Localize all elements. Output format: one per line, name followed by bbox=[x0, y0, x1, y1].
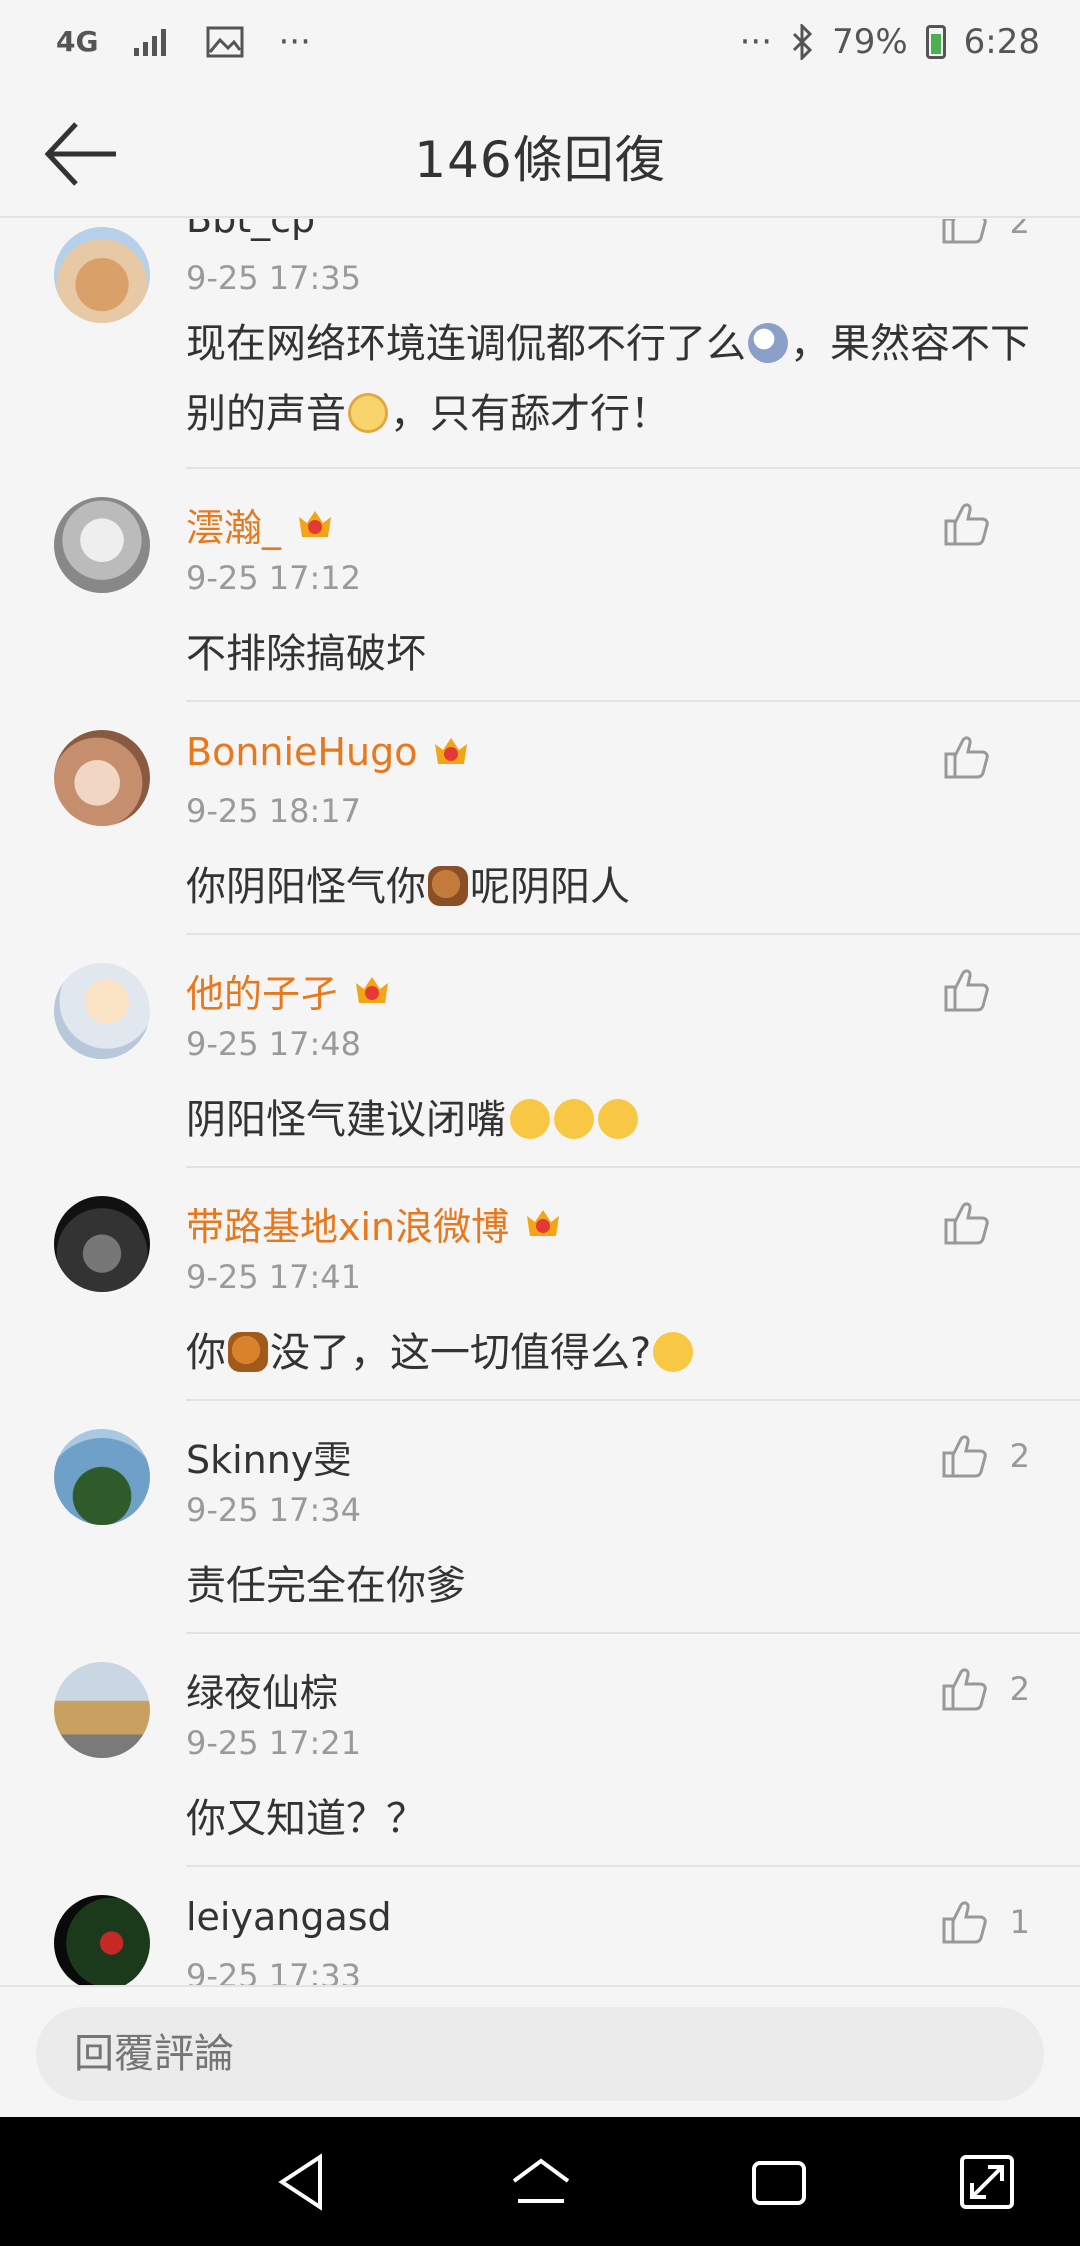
battery-icon bbox=[925, 25, 946, 59]
system-nav-bar bbox=[0, 2117, 1080, 2246]
avatar[interactable] bbox=[54, 1196, 150, 1292]
username[interactable]: leiyangasd bbox=[186, 1895, 392, 1939]
vip-badge-icon bbox=[527, 1209, 560, 1236]
nav-home-icon[interactable] bbox=[508, 2149, 574, 2215]
timestamp: 9-25 17:21 bbox=[186, 1724, 362, 1762]
thumbs-up-icon bbox=[942, 1435, 987, 1478]
embarrassed-emoji-icon bbox=[554, 1099, 594, 1139]
clock: 6:28 bbox=[963, 22, 1040, 62]
thumbs-up-icon bbox=[944, 1202, 989, 1245]
comment-list[interactable]: Bbt_cp 9-25 17:35 现在网络环境连调侃都不行了么 ，果然容不下别的… bbox=[0, 219, 1080, 1985]
reply-bar bbox=[0, 1985, 1080, 2117]
username[interactable]: BonnieHugo bbox=[186, 730, 471, 774]
like-count: 2 bbox=[1009, 219, 1030, 241]
avatar[interactable] bbox=[54, 497, 150, 593]
vip-badge-icon bbox=[299, 510, 332, 537]
status-bar: 4G ··· ··· 79% 6:28 bbox=[0, 0, 1080, 90]
thumbs-up-icon bbox=[944, 736, 989, 779]
reply-input[interactable] bbox=[36, 2007, 1044, 2101]
comment-text: 你阴阳怪气你 呢阴阳人 bbox=[186, 864, 630, 910]
thumbs-up-icon bbox=[942, 219, 987, 244]
like-count: 2 bbox=[1009, 1670, 1030, 1708]
comment-text: 你又知道？？ bbox=[186, 1796, 426, 1842]
embarrassed-emoji-icon bbox=[598, 1099, 638, 1139]
image-icon bbox=[206, 26, 244, 58]
comment-text: 责任完全在你爹 bbox=[186, 1563, 466, 1609]
like-button[interactable]: 2 bbox=[940, 1666, 1030, 1712]
avatar[interactable] bbox=[54, 730, 150, 826]
timestamp: 9-25 17:41 bbox=[186, 1258, 362, 1296]
like-button[interactable]: 2 bbox=[940, 219, 1030, 245]
comment-item: 带路基地xin浪微博 9-25 17:41 你没了，这一切值得么? bbox=[0, 1168, 1080, 1401]
timestamp: 9-25 17:33 bbox=[186, 1957, 362, 1985]
sad-face-emoji-icon bbox=[653, 1332, 694, 1372]
comment-text: 你没了，这一切值得么? bbox=[186, 1318, 1046, 1388]
embarrassed-emoji-icon bbox=[510, 1099, 550, 1139]
username[interactable]: 带路基地xin浪微博 bbox=[186, 1196, 563, 1251]
more-notifications: ··· bbox=[278, 22, 311, 62]
vip-badge-icon bbox=[435, 738, 468, 764]
username[interactable]: 澐瀚_ bbox=[186, 497, 335, 552]
thumbs-up-icon bbox=[942, 1668, 987, 1711]
thumbs-up-icon bbox=[942, 1901, 987, 1944]
horse-emoji-icon bbox=[428, 866, 468, 906]
like-button[interactable]: 2 bbox=[940, 1433, 1030, 1479]
comment-item: Skinny雯 9-25 17:34 责任完全在你爹 2 bbox=[0, 1401, 1080, 1634]
header: 146條回復 bbox=[0, 90, 1080, 218]
network-type: 4G bbox=[56, 25, 99, 58]
comment-item: Bbt_cp 9-25 17:35 现在网络环境连调侃都不行了么 ，果然容不下别的… bbox=[0, 219, 1080, 469]
avatar[interactable] bbox=[54, 1895, 150, 1985]
page-title: 146條回復 bbox=[414, 131, 666, 189]
comment-text: 阴阳怪气建议闭嘴 bbox=[186, 1085, 1046, 1155]
comment-item: 他的子孑 9-25 17:48 阴阳怪气建议闭嘴 bbox=[0, 935, 1080, 1168]
nav-back-icon[interactable] bbox=[270, 2149, 336, 2215]
comment-text: 不排除搞破坏 bbox=[186, 631, 426, 677]
username[interactable]: 绿夜仙棕 bbox=[186, 1662, 338, 1717]
avatar[interactable] bbox=[54, 1662, 150, 1758]
timestamp: 9-25 17:48 bbox=[186, 1025, 362, 1063]
like-button[interactable] bbox=[942, 1200, 1030, 1246]
timestamp: 9-25 17:35 bbox=[186, 259, 362, 297]
username[interactable]: Bbt_cp bbox=[186, 219, 315, 241]
avatar[interactable] bbox=[54, 1429, 150, 1525]
like-count: 2 bbox=[1009, 1437, 1030, 1475]
timestamp: 9-25 17:12 bbox=[186, 559, 362, 597]
avatar[interactable] bbox=[54, 227, 150, 323]
like-button[interactable] bbox=[942, 734, 1030, 780]
timestamp: 9-25 18:17 bbox=[186, 792, 362, 830]
comment-item: 绿夜仙棕 9-25 17:21 你又知道？？ 2 bbox=[0, 1634, 1080, 1867]
battery-percent: 79% bbox=[832, 22, 908, 62]
vip-badge-icon bbox=[356, 976, 389, 1003]
avatar[interactable] bbox=[54, 963, 150, 1059]
like-button[interactable] bbox=[942, 967, 1030, 1013]
thumbs-up-icon bbox=[944, 503, 989, 546]
thumbs-up-icon bbox=[944, 969, 989, 1012]
comment-item: leiyangasd 9-25 17:33 1 bbox=[0, 1867, 1080, 1985]
signal-icon bbox=[134, 29, 167, 56]
like-button[interactable]: 1 bbox=[940, 1899, 1030, 1945]
bluetooth-icon bbox=[793, 24, 813, 60]
username[interactable]: 他的子孑 bbox=[186, 963, 392, 1018]
nav-recents-icon[interactable] bbox=[746, 2149, 812, 2215]
timestamp: 9-25 17:34 bbox=[186, 1491, 362, 1529]
doge-emoji-icon bbox=[348, 393, 388, 433]
more-status: ··· bbox=[739, 22, 773, 62]
horse-emoji-icon bbox=[228, 1332, 268, 1372]
comment-item: BonnieHugo 9-25 18:17 你阴阳怪气你 呢阴阳人 bbox=[0, 702, 1080, 935]
comment-text: 现在网络环境连调侃都不行了么 ，果然容不下别的声音 ，只有舔才行！ bbox=[186, 321, 1030, 437]
nav-expand-icon[interactable] bbox=[954, 2149, 1020, 2215]
like-count: 1 bbox=[1009, 1903, 1030, 1941]
like-button[interactable] bbox=[942, 501, 1030, 547]
username[interactable]: Skinny雯 bbox=[186, 1429, 351, 1484]
comment-item: 澐瀚_ 9-25 17:12 不排除搞破坏 bbox=[0, 469, 1080, 702]
dog-face-emoji-icon bbox=[748, 323, 788, 363]
